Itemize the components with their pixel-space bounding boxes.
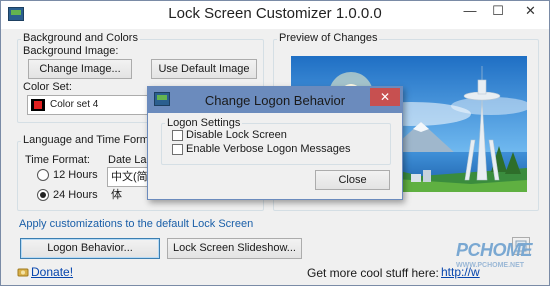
watermark-brand: PCHOME: [456, 240, 533, 260]
title-bar: Lock Screen Customizer 1.0.0.0 — ☐ ✕: [1, 1, 549, 29]
disable-lock-screen-checkbox[interactable]: [172, 130, 183, 141]
radio-24-hours[interactable]: [37, 189, 49, 201]
maximize-button[interactable]: ☐: [485, 1, 511, 23]
verbose-logon-label: Enable Verbose Logon Messages: [186, 143, 351, 155]
radio-12-hours-label: 12 Hours: [53, 169, 98, 181]
logon-settings-title: Logon Settings: [165, 117, 243, 129]
dialog-close-icon[interactable]: ✕: [370, 88, 400, 106]
dialog-title: Change Logon Behavior: [204, 93, 346, 108]
radio-24-hours-label: 24 Hours: [53, 189, 98, 201]
radio-12-hours[interactable]: [37, 169, 49, 181]
verbose-logon-checkbox[interactable]: [172, 144, 183, 155]
language-time-title: Language and Time Format: [21, 134, 161, 146]
logon-behavior-dialog: Change Logon Behavior ✕ Logon Settings D…: [147, 86, 403, 200]
minimize-button[interactable]: —: [457, 1, 483, 23]
color-swatch-icon: [31, 99, 45, 111]
preview-title: Preview of Changes: [277, 32, 380, 44]
disable-lock-screen-label: Disable Lock Screen: [186, 129, 287, 141]
donate-icon: [17, 268, 29, 277]
color-set-value: Color set 4: [50, 99, 99, 110]
apply-customizations-link[interactable]: Apply customizations to the default Lock…: [19, 218, 253, 230]
background-image-label: Background Image:: [23, 45, 119, 57]
color-set-label: Color Set:: [23, 81, 72, 93]
close-button[interactable]: ✕: [513, 1, 548, 23]
use-default-image-button[interactable]: Use Default Image: [151, 59, 257, 79]
get-more-label: Get more cool stuff here:: [307, 266, 439, 280]
time-format-label: Time Format:: [25, 154, 90, 166]
watermark-url: WWW.PCHOME.NET: [456, 262, 525, 269]
background-colors-title: Background and Colors: [21, 32, 140, 44]
donate-link[interactable]: Donate!: [31, 265, 73, 279]
logon-behavior-button[interactable]: Logon Behavior...: [20, 238, 160, 259]
dialog-title-bar: Change Logon Behavior ✕: [148, 87, 402, 113]
dialog-close-button[interactable]: Close: [315, 170, 390, 190]
change-image-button[interactable]: Change Image...: [28, 59, 132, 79]
lock-screen-slideshow-button[interactable]: Lock Screen Slideshow...: [167, 238, 302, 259]
watermark: PCHOME WWW.PCHOME.NET: [456, 240, 550, 284]
color-set-dropdown[interactable]: Color set 4: [27, 95, 151, 115]
